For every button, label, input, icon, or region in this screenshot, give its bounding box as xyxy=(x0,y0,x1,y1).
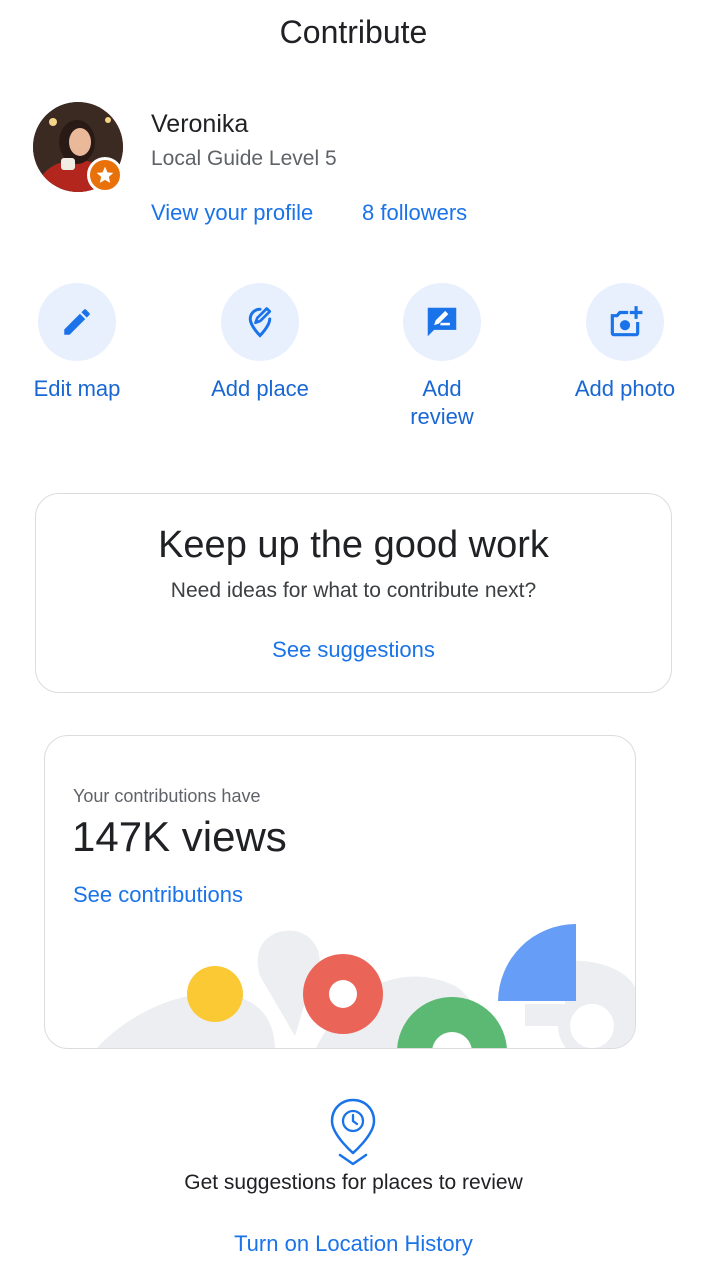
add-photo-icon xyxy=(610,306,643,337)
local-guide-star-icon xyxy=(87,157,123,193)
page-title: Contribute xyxy=(279,14,428,50)
suggestions-card-subtitle: Need ideas for what to contribute next? xyxy=(170,579,537,602)
action-label: Edit map xyxy=(33,376,121,401)
see-suggestions-link[interactable]: See suggestions xyxy=(272,637,435,663)
see-contributions-link[interactable]: See contributions xyxy=(73,882,243,908)
edit-map-circle xyxy=(38,283,116,361)
pencil-icon xyxy=(64,309,90,335)
action-label: Add place xyxy=(211,376,309,401)
add-photo-button[interactable]: Add photo xyxy=(535,283,707,403)
action-label: Add review xyxy=(410,376,474,429)
suggestions-card-title: Keep up the good work xyxy=(158,524,549,566)
contributions-views: 147K views xyxy=(72,813,287,860)
profile-name: Veronika xyxy=(151,110,249,138)
review-icon xyxy=(427,307,457,337)
location-suggestion-text: Get suggestions for places to review xyxy=(184,1171,523,1194)
turn-on-location-history-link[interactable]: Turn on Location History xyxy=(0,1231,707,1257)
action-label: Add photo xyxy=(574,376,676,401)
location-history-icon xyxy=(330,1098,376,1166)
add-place-pin-icon xyxy=(248,307,272,338)
profile-level: Local Guide Level 5 xyxy=(151,147,337,170)
add-photo-circle xyxy=(586,283,664,361)
view-profile-link[interactable]: View your profile xyxy=(151,200,313,226)
edit-map-button[interactable]: Edit map xyxy=(0,283,167,403)
add-review-circle xyxy=(403,283,481,361)
contributions-card[interactable]: Your contributions have 147K views See c… xyxy=(44,735,636,1049)
add-review-button[interactable]: Add review xyxy=(352,283,532,431)
followers-link[interactable]: 8 followers xyxy=(362,200,467,226)
add-place-circle xyxy=(221,283,299,361)
add-place-button[interactable]: Add place xyxy=(170,283,350,403)
suggestions-card: Keep up the good work Need ideas for wha… xyxy=(35,493,672,693)
contributions-label: Your contributions have xyxy=(73,786,261,806)
